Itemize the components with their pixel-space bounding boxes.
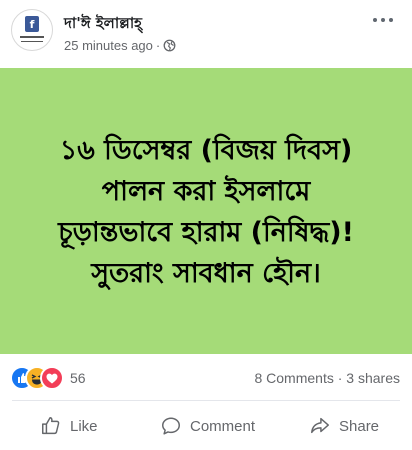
- like-label: Like: [70, 417, 98, 435]
- post-header: f দা'ঈ ইলাল্লাহ্ 25 minutes ago ·: [0, 0, 412, 68]
- post-image-text: ১৬ ডিসেম্বর (বিজয় দিবস) পালন করা ইসলামে…: [0, 130, 412, 294]
- post-text-line: পালন করা ইসলামে: [101, 176, 311, 207]
- summary-separator: ·: [337, 370, 343, 386]
- meta-separator: ·: [155, 38, 161, 53]
- comment-button[interactable]: Comment: [160, 404, 255, 448]
- like-icon: [42, 417, 60, 435]
- post-time[interactable]: 25 minutes ago: [64, 38, 153, 53]
- love-reaction-icon: [40, 366, 64, 390]
- avatar[interactable]: f: [11, 9, 53, 51]
- comment-label: Comment: [190, 417, 256, 435]
- comments-count[interactable]: 8 Comments: [254, 370, 333, 386]
- post-meta: 25 minutes ago ·: [64, 38, 176, 53]
- reaction-count[interactable]: 56: [70, 370, 86, 386]
- author-name[interactable]: দা'ঈ ইলাল্লাহ্: [64, 12, 142, 37]
- shares-count[interactable]: 3 shares: [346, 370, 400, 386]
- share-button[interactable]: Share: [309, 404, 379, 448]
- facebook-logo-icon: f: [25, 16, 39, 32]
- post-text-line: ১৬ ডিসেম্বর (বিজয় দিবস): [59, 135, 353, 166]
- post-text-line: সুতরাং সাবধান হৌন।: [91, 258, 321, 289]
- action-divider: [12, 400, 400, 401]
- comment-icon: [162, 417, 180, 435]
- post-image[interactable]: ১৬ ডিসেম্বর (বিজয় দিবস) পালন করা ইসলামে…: [0, 68, 412, 354]
- like-button[interactable]: Like: [40, 404, 98, 448]
- avatar-text-line-icon: [20, 36, 44, 38]
- share-icon: [311, 417, 329, 434]
- post-text-line: চূড়ান্তভাবে হারাম (নিষিদ্ধ)!: [58, 217, 354, 248]
- avatar-text-line-icon: [21, 41, 43, 42]
- globe-icon[interactable]: [163, 39, 176, 52]
- more-options-icon[interactable]: [372, 12, 394, 28]
- share-label: Share: [339, 417, 380, 435]
- comments-shares-summary: 8 Comments · 3 shares: [254, 370, 400, 386]
